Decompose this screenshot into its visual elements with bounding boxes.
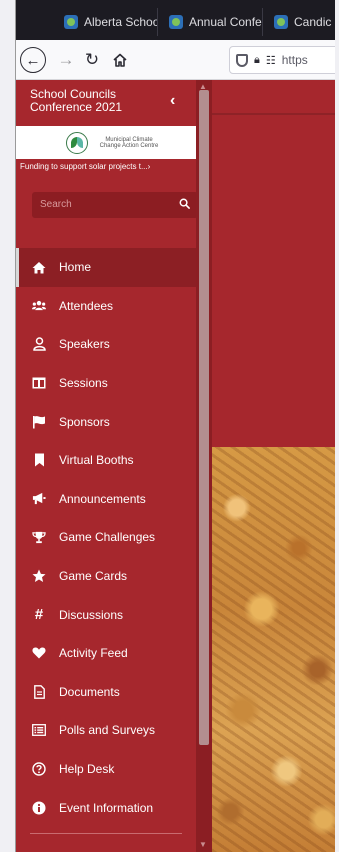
tab-strip: Alberta Schoo Annual Confe Candic bbox=[16, 0, 335, 40]
sidebar-item-sponsors[interactable]: Sponsors bbox=[16, 402, 212, 441]
sidebar-item-event-information[interactable]: Event Information bbox=[16, 788, 212, 827]
tab-annual-conference[interactable]: Annual Confe bbox=[163, 8, 263, 36]
sidebar-item-virtual-booths[interactable]: Virtual Booths bbox=[16, 441, 212, 480]
sponsor-caption[interactable]: Funding to support solar projects t...› bbox=[16, 159, 212, 174]
forward-button[interactable]: → bbox=[52, 46, 80, 74]
sidebar-item-label: Event Information bbox=[59, 800, 154, 815]
search-box[interactable]: Search bbox=[32, 192, 198, 218]
scrollbar-thumb[interactable] bbox=[199, 90, 209, 745]
tab-candidates[interactable]: Candic bbox=[268, 8, 335, 36]
event-title: School Councils Conference 2021 bbox=[30, 87, 123, 114]
sidebar-item-label: Game Challenges bbox=[59, 530, 156, 545]
event-sidebar: School Councils Conference 2021 ‹ Munici… bbox=[16, 80, 212, 852]
site-favicon-icon bbox=[169, 15, 183, 29]
tab-title: Candic bbox=[294, 15, 332, 29]
textured-background-image bbox=[212, 447, 335, 852]
reload-button[interactable]: ↻ bbox=[78, 46, 106, 74]
lock-icon[interactable]: 🔒︎ bbox=[254, 54, 260, 67]
permissions-icon[interactable]: ☷ bbox=[266, 54, 276, 67]
sidebar-item-label: Documents bbox=[59, 684, 120, 699]
info-circle-icon bbox=[32, 801, 46, 815]
home-button[interactable] bbox=[106, 46, 134, 74]
sidebar-divider bbox=[30, 833, 182, 834]
sidebar-item-speakers[interactable]: Speakers bbox=[16, 325, 212, 364]
sidebar-item-label: Activity Feed bbox=[59, 646, 128, 661]
sidebar-item-label: Discussions bbox=[59, 607, 124, 622]
chevron-left-icon: ‹ bbox=[170, 92, 176, 109]
back-button[interactable]: ← bbox=[20, 47, 46, 73]
search-input[interactable]: Search bbox=[40, 199, 72, 210]
arrow-left-icon: ← bbox=[25, 51, 41, 69]
search-icon[interactable] bbox=[179, 198, 190, 209]
address-bar[interactable]: 🔒︎ ☷ https bbox=[229, 46, 335, 74]
home-icon bbox=[32, 260, 46, 274]
sidebar-item-game-challenges[interactable]: Game Challenges bbox=[16, 518, 212, 557]
tab-title: Alberta Schoo bbox=[84, 15, 158, 29]
sidebar-item-home[interactable]: Home bbox=[16, 248, 212, 287]
sidebar-item-announcements[interactable]: Announcements bbox=[16, 480, 212, 519]
sidebar-header: School Councils Conference 2021 ‹ bbox=[16, 80, 212, 126]
columns-icon bbox=[32, 376, 46, 390]
tab-alberta-school[interactable]: Alberta Schoo bbox=[58, 8, 158, 36]
question-circle-icon bbox=[32, 762, 46, 776]
site-favicon-icon bbox=[64, 15, 78, 29]
sidebar-item-label: Game Cards bbox=[59, 569, 128, 584]
sidebar-scrollbar[interactable]: ▲ ▼ bbox=[196, 80, 212, 852]
shield-icon[interactable] bbox=[236, 53, 248, 67]
sponsor-banner[interactable]: Municipal Climate Change Action Centre F… bbox=[16, 126, 212, 174]
hashtag-icon: # bbox=[34, 605, 44, 623]
sidebar-item-label: Attendees bbox=[59, 298, 114, 313]
sidebar-item-activity-feed[interactable]: Activity Feed bbox=[16, 634, 212, 673]
home-outline-icon bbox=[113, 53, 127, 67]
site-favicon-icon bbox=[274, 15, 288, 29]
users-icon bbox=[32, 299, 46, 313]
sidebar-item-label: Sessions bbox=[59, 376, 108, 391]
arrow-right-icon: → bbox=[57, 50, 75, 69]
sidebar-item-attendees[interactable]: Attendees bbox=[16, 287, 212, 326]
browser-window: Alberta Schoo Annual Confe Candic ← → ↻ … bbox=[15, 0, 335, 852]
sidebar-item-polls-and-surveys[interactable]: Polls and Surveys bbox=[16, 711, 212, 750]
sidebar-item-label: Polls and Surveys bbox=[59, 723, 156, 738]
document-icon bbox=[32, 684, 46, 699]
list-icon bbox=[32, 723, 46, 737]
star-icon bbox=[32, 569, 46, 583]
sidebar-item-label: Speakers bbox=[59, 337, 110, 352]
bookmark-icon bbox=[32, 453, 46, 467]
flag-icon bbox=[32, 415, 46, 429]
sponsor-logo-text: Municipal Climate Change Action Centre bbox=[99, 137, 159, 149]
sidebar-item-sessions[interactable]: Sessions bbox=[16, 364, 212, 403]
sidebar-item-label: Help Desk bbox=[59, 762, 115, 777]
megaphone-icon bbox=[32, 492, 46, 506]
collapse-sidebar-button[interactable]: ‹ bbox=[170, 92, 184, 110]
heart-icon bbox=[32, 646, 46, 660]
url-text[interactable]: https bbox=[282, 53, 308, 67]
sidebar-item-label: Sponsors bbox=[59, 414, 110, 429]
leaf-logo-icon bbox=[66, 132, 88, 154]
sidebar-nav: Home Attendees Speakers Sessions Sponsor… bbox=[16, 248, 212, 827]
sidebar-item-label: Virtual Booths bbox=[59, 453, 134, 468]
user-icon bbox=[32, 337, 46, 352]
main-content bbox=[212, 80, 335, 852]
reload-icon: ↻ bbox=[84, 50, 100, 69]
sidebar-item-help-desk[interactable]: Help Desk bbox=[16, 750, 212, 789]
sidebar-item-game-cards[interactable]: Game Cards bbox=[16, 557, 212, 596]
sidebar-item-label: Announcements bbox=[59, 491, 146, 506]
sidebar-item-discussions[interactable]: # Discussions bbox=[16, 595, 212, 634]
sidebar-item-label: Home bbox=[59, 260, 92, 275]
tab-title: Annual Confe bbox=[189, 15, 262, 29]
trophy-icon bbox=[32, 530, 46, 544]
navigation-toolbar: ← → ↻ 🔒︎ ☷ https bbox=[16, 40, 335, 80]
sidebar-item-documents[interactable]: Documents bbox=[16, 673, 212, 712]
scroll-down-arrow-icon[interactable]: ▼ bbox=[199, 840, 207, 849]
header-divider bbox=[212, 113, 335, 115]
sponsor-logo: Municipal Climate Change Action Centre bbox=[66, 130, 166, 156]
